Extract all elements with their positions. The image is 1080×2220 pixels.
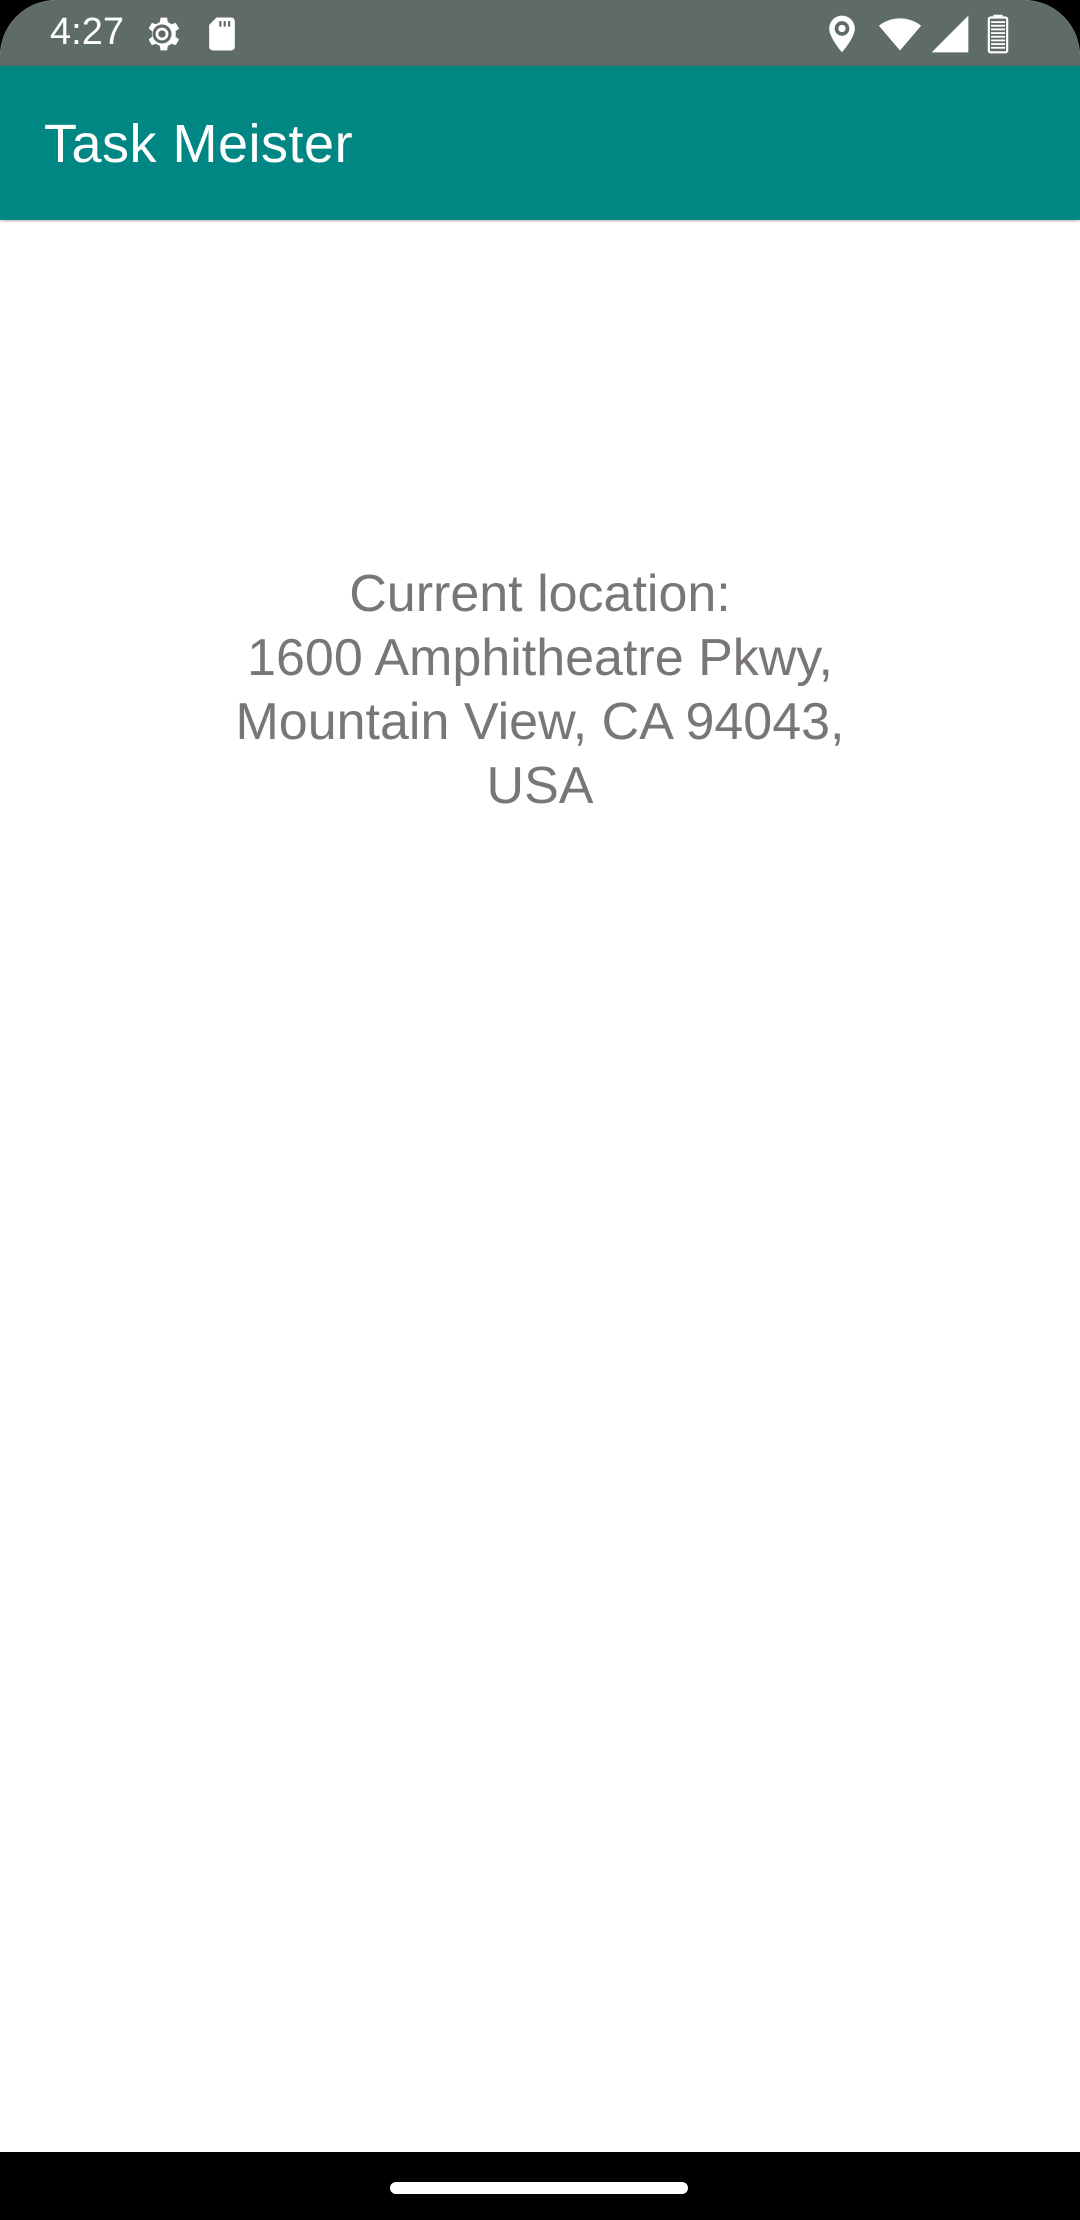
location-pin-icon	[820, 12, 864, 56]
cell-signal-icon	[928, 12, 972, 56]
address-line-1: 1600 Amphitheatre Pkwy,	[247, 629, 833, 687]
battery-icon	[976, 12, 1020, 56]
navigation-bar	[0, 2152, 1080, 2220]
app-title: Task Meister	[44, 114, 354, 174]
address-line-3: USA	[486, 757, 594, 815]
status-time: 4:27	[50, 11, 124, 53]
wifi-icon	[878, 12, 922, 56]
sd-card-icon	[200, 12, 244, 56]
home-gesture-handle[interactable]	[390, 2182, 688, 2194]
location-label: Current location:	[349, 565, 731, 623]
current-location-text: Current location: 1600 Amphitheatre Pkwy…	[140, 562, 940, 818]
status-bar: 4:27	[0, 0, 1080, 66]
settings-gear-icon	[140, 12, 184, 56]
main-content: Current location: 1600 Amphitheatre Pkwy…	[0, 222, 1080, 2152]
phone-screen: 4:27 Task Meister Current location: 1600…	[0, 0, 1080, 2220]
address-line-2: Mountain View, CA 94043,	[235, 693, 845, 751]
app-bar: Task Meister	[0, 66, 1080, 220]
